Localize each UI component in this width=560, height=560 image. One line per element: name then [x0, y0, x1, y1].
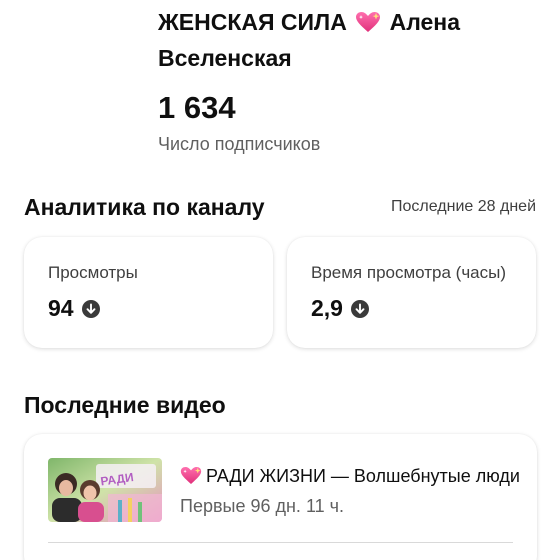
watch-time-value-row: 2,9 [311, 295, 512, 322]
watch-time-value: 2,9 [311, 295, 343, 321]
analytics-period: Последние 28 дней [391, 198, 536, 215]
latest-videos-title: Последние видео [24, 392, 226, 418]
channel-name: ЖЕНСКАЯ СИЛА Алена Вселенская [158, 4, 548, 76]
divider [48, 542, 513, 543]
sparkling-heart-icon [355, 11, 381, 33]
channel-name-line2: Вселенская [158, 45, 292, 71]
channel-header: ЖЕНСКАЯ СИЛА Алена Вселенская 1 634 Числ… [158, 4, 548, 155]
arrow-down-circle-icon [351, 300, 369, 318]
video-title[interactable]: РАДИ ЖИЗНИ — Волшебнутые люди [180, 466, 520, 487]
video-thumbnail[interactable]: РАДИ [48, 458, 162, 522]
views-metric-card[interactable]: Просмотры 94 [24, 237, 273, 348]
watch-time-label: Время просмотра (часы) [311, 263, 507, 282]
views-value-row: 94 [48, 295, 249, 322]
video-title-text: РАДИ ЖИЗНИ — Волшебнутые люди [206, 466, 520, 486]
video-meta: Первые 96 дн. 11 ч. [180, 496, 345, 516]
watch-time-metric-card[interactable]: Время просмотра (часы) 2,9 [287, 237, 536, 348]
arrow-down-circle-icon [82, 300, 100, 318]
subscriber-count-label: Число подписчиков [158, 134, 321, 154]
sparkling-heart-icon [180, 466, 202, 485]
views-value: 94 [48, 295, 74, 321]
analytics-title: Аналитика по каналу [24, 194, 265, 220]
views-label: Просмотры [48, 263, 138, 282]
channel-name-part1: ЖЕНСКАЯ СИЛА [158, 9, 347, 35]
channel-name-part2: Алена [389, 9, 460, 35]
subscriber-count: 1 634 [158, 90, 236, 125]
latest-video-card[interactable]: РАДИ РАДИ ЖИЗНИ — Волшебнутые люди Первы… [24, 434, 537, 560]
